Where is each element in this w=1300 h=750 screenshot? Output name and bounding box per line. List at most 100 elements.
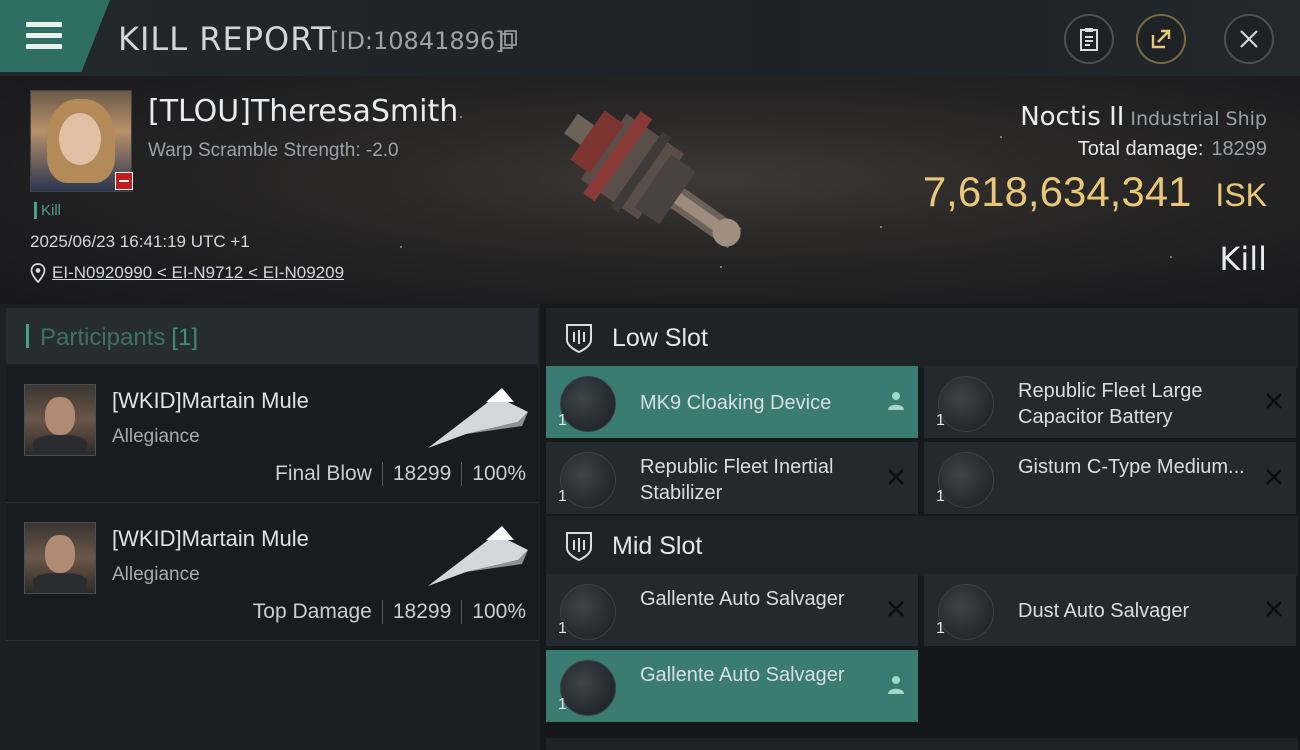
low-slot-icon <box>566 324 592 354</box>
participant-alliance: Allegiance <box>112 426 200 447</box>
module-name: Dust Auto Salvager <box>1018 600 1190 622</box>
participants-title-text: Participants <box>40 324 166 351</box>
victim-name[interactable]: [TLOU]TheresaSmith <box>148 94 458 129</box>
report-id: [ID:10841896] <box>330 27 505 55</box>
fitting-panel: Low Slot 1 MK9 Cloaking Device 1 Republi… <box>540 304 1300 750</box>
header-accent-bar <box>26 324 29 348</box>
background-star <box>880 226 882 228</box>
divider <box>381 462 383 486</box>
location-pin-icon <box>30 263 46 283</box>
module-name: Gallente Auto Salvager <box>640 588 845 610</box>
participants-count: [1] <box>171 324 199 351</box>
participant-alliance: Allegiance <box>112 564 200 585</box>
background-star <box>1170 256 1172 258</box>
divider <box>461 600 463 624</box>
portrait-face <box>59 113 101 165</box>
victim-summary: [TLOU]TheresaSmith Warp Scramble Strengt… <box>0 76 1300 304</box>
mid-slot-icon <box>566 532 592 562</box>
participants-panel: Participants [1] [WKID]Martain Mule Alleg… <box>0 304 540 750</box>
person-icon[interactable] <box>886 674 906 696</box>
copy-icon[interactable] <box>500 30 518 50</box>
participant-damage: 18299 <box>392 462 452 485</box>
module-quantity: 1 <box>936 488 945 505</box>
module-name: Gistum C-Type Medium... <box>1018 456 1245 478</box>
next-slot-header-partial <box>546 738 1298 750</box>
damage-amplifier-icon <box>938 452 994 508</box>
result-label: Kill <box>1219 240 1267 278</box>
close-button[interactable] <box>1224 14 1274 64</box>
participant-row[interactable]: [WKID]Martain Mule Allegiance Final Blow… <box>6 366 538 503</box>
participant-percent: 100% <box>472 600 526 623</box>
participants-title: Participants [1] <box>40 324 198 352</box>
cloaking-device-icon <box>560 376 616 432</box>
participant-percent: 100% <box>472 462 526 485</box>
ship-name: Noctis II Industrial Ship <box>1020 102 1267 132</box>
attacker-ship-icon <box>428 388 528 448</box>
kill-datetime: 2025/06/23 16:41:19 UTC +1 <box>30 232 250 251</box>
module-name: Republic Fleet Inertial Stabilizer <box>640 456 834 504</box>
warp-scramble-strength: Warp Scramble Strength: -2.0 <box>148 140 399 161</box>
close-icon[interactable] <box>886 598 906 620</box>
module-slot[interactable]: 1 Gallente Auto Salvager <box>546 574 918 646</box>
clipboard-icon <box>1080 28 1098 51</box>
low-slot-header: Low Slot <box>546 308 1298 368</box>
low-slot-title: Low Slot <box>612 324 708 352</box>
close-icon <box>1240 30 1258 48</box>
close-icon[interactable] <box>1264 390 1284 412</box>
participant-role: Top Damage <box>252 600 372 623</box>
isk-value: 7,618,634,341 <box>922 168 1192 215</box>
ship-name-text[interactable]: Noctis II <box>1020 102 1124 132</box>
module-name: Gallente Auto Salvager <box>640 664 845 686</box>
header-bar: KILL REPORT [ID:10841896] <box>0 0 1300 77</box>
module-quantity: 1 <box>558 412 567 429</box>
location-route[interactable]: EI-N0920990 < EI-N9712 < EI-N09209 <box>30 263 344 283</box>
participant-avatar[interactable] <box>24 384 96 456</box>
ship-render <box>564 110 742 249</box>
module-slot[interactable]: 1 Republic Fleet Large Capacitor Battery <box>924 366 1296 438</box>
module-name: MK9 Cloaking Device <box>640 392 832 414</box>
background-star <box>400 246 402 248</box>
route-link[interactable]: EI-N0920990 < EI-N9712 < EI-N09209 <box>52 263 344 283</box>
inertial-stabilizer-icon <box>560 452 616 508</box>
kill-tag: Kill <box>34 202 61 219</box>
participant-stats: Final Blow 18299 100% <box>275 462 526 486</box>
background-star <box>1000 136 1002 138</box>
module-slot[interactable]: 1 Dust Auto Salvager <box>924 574 1296 646</box>
salvager-icon <box>938 584 994 640</box>
close-icon[interactable] <box>1264 598 1284 620</box>
page-title: KILL REPORT <box>118 20 332 58</box>
background-star <box>460 116 462 118</box>
participant-damage: 18299 <box>392 600 452 623</box>
close-icon[interactable] <box>886 466 906 488</box>
divider <box>461 462 463 486</box>
clipboard-button[interactable] <box>1064 14 1114 64</box>
person-icon[interactable] <box>886 390 906 412</box>
participant-name[interactable]: [WKID]Martain Mule <box>112 526 309 552</box>
attacker-ship-icon <box>428 526 528 586</box>
total-damage-value: 18299 <box>1211 138 1267 160</box>
status-badge <box>115 172 133 190</box>
salvager-icon <box>560 584 616 640</box>
participant-row[interactable]: [WKID]Martain Mule Allegiance Top Damage… <box>6 504 538 641</box>
participant-name[interactable]: [WKID]Martain Mule <box>112 388 309 414</box>
participant-avatar[interactable] <box>24 522 96 594</box>
module-quantity: 1 <box>558 488 567 505</box>
participants-header: Participants [1] <box>6 308 538 364</box>
participant-stats: Top Damage 18299 100% <box>253 600 526 624</box>
module-slot[interactable]: 1 Gistum C-Type Medium... <box>924 442 1296 514</box>
mid-slot-title: Mid Slot <box>612 532 703 560</box>
isk-unit: ISK <box>1215 177 1267 213</box>
participant-role: Final Blow <box>275 462 372 485</box>
module-quantity: 1 <box>558 696 567 713</box>
total-damage: Total damage: 18299 <box>1078 138 1267 161</box>
menu-icon[interactable] <box>26 22 62 50</box>
share-button[interactable] <box>1136 14 1186 64</box>
module-slot[interactable]: 1 MK9 Cloaking Device <box>546 366 918 438</box>
module-slot[interactable]: 1 Republic Fleet Inertial Stabilizer <box>546 442 918 514</box>
module-slot[interactable]: 1 Gallente Auto Salvager <box>546 650 918 722</box>
share-icon <box>1151 29 1171 49</box>
salvager-icon <box>560 660 616 716</box>
close-icon[interactable] <box>1264 466 1284 488</box>
module-quantity: 1 <box>558 620 567 637</box>
isk-value-row: 7,618,634,341 ISK <box>923 168 1267 216</box>
